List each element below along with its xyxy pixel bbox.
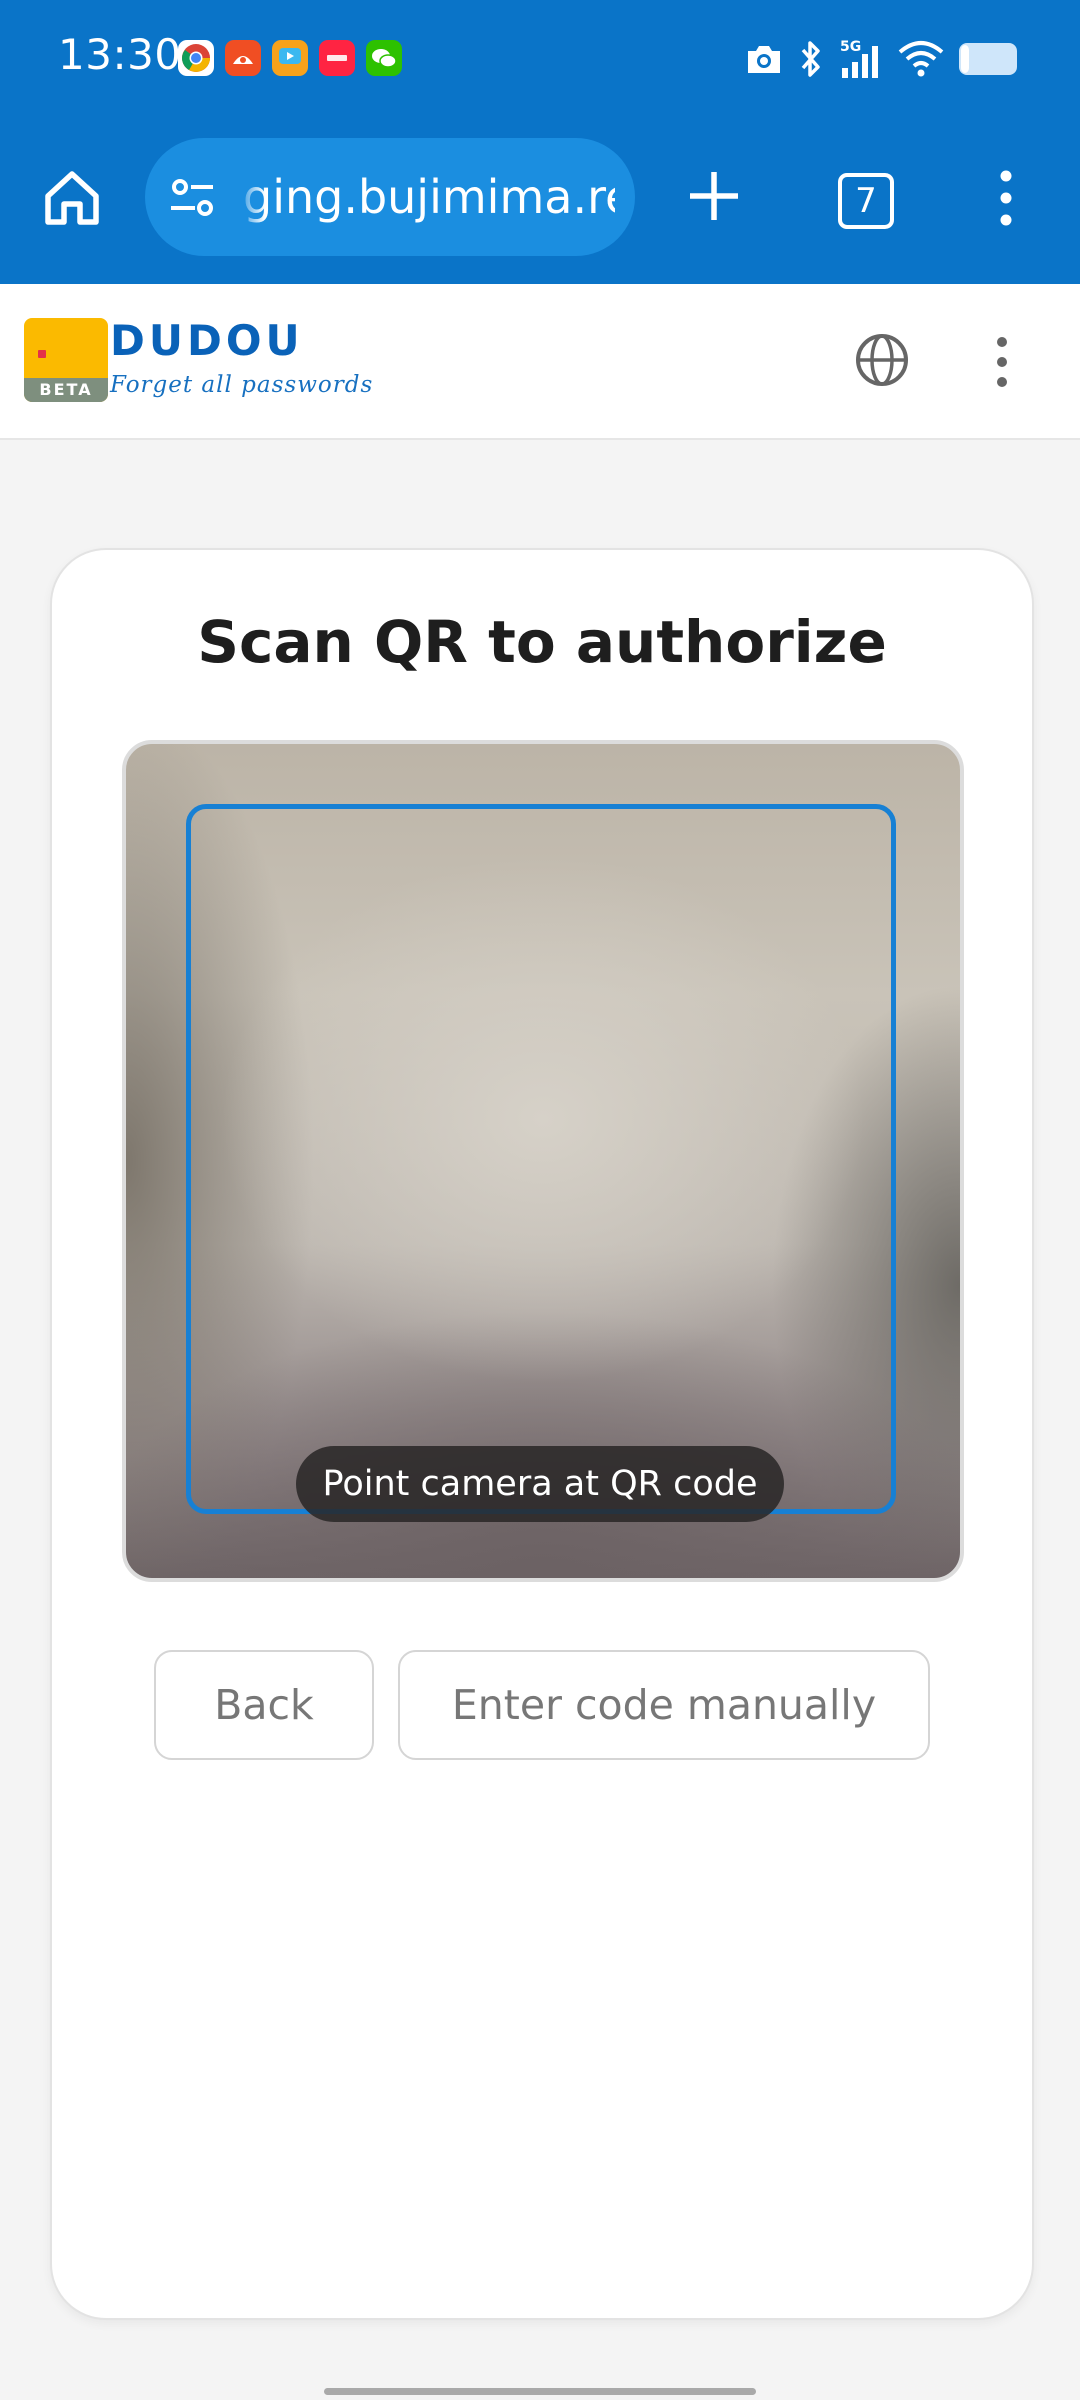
wifi-icon bbox=[898, 41, 944, 77]
logo-mark bbox=[38, 350, 46, 358]
logo[interactable]: BETA bbox=[24, 318, 108, 402]
address-bar[interactable]: ging.bujimima.ren bbox=[145, 138, 635, 256]
url-fade bbox=[237, 158, 265, 238]
camera-viewfinder: Point camera at QR code bbox=[122, 740, 964, 1582]
site-menu-icon[interactable] bbox=[992, 334, 1012, 390]
scan-frame bbox=[186, 804, 896, 1514]
page-title: Scan QR to authorize bbox=[197, 608, 887, 676]
browser-toolbar: ging.bujimima.ren 7 bbox=[0, 118, 1080, 284]
browser-menu-icon[interactable] bbox=[996, 168, 1016, 228]
app-red-icon bbox=[225, 40, 261, 76]
chrome-icon bbox=[178, 40, 214, 76]
camera-icon bbox=[748, 46, 780, 73]
beta-badge: BETA bbox=[24, 378, 108, 402]
wechat-icon bbox=[366, 40, 402, 76]
scan-hint: Point camera at QR code bbox=[296, 1446, 784, 1522]
new-tab-icon[interactable] bbox=[684, 166, 744, 226]
url-text[interactable]: ging.bujimima.ren bbox=[243, 170, 615, 224]
brand-tagline: Forget all passwords bbox=[110, 372, 374, 398]
notification-icons bbox=[178, 40, 402, 76]
bluetooth-icon bbox=[801, 41, 820, 77]
tab-switcher-button[interactable]: 7 bbox=[838, 173, 894, 229]
site-settings-icon[interactable] bbox=[167, 172, 219, 224]
site-header: BETA DUDOU Forget all passwords bbox=[0, 284, 1080, 440]
battery-icon bbox=[959, 43, 1017, 75]
status-bar: 13:30 5G bbox=[0, 0, 1080, 118]
home-icon[interactable] bbox=[40, 166, 104, 230]
system-icons: 5G bbox=[744, 38, 1022, 80]
status-time: 13:30 bbox=[58, 30, 182, 79]
xiaohongshu-icon bbox=[319, 40, 355, 76]
network-type: 5G bbox=[840, 39, 861, 55]
back-button[interactable]: Back bbox=[154, 1650, 374, 1760]
globe-icon[interactable] bbox=[852, 330, 912, 390]
scan-card: Scan QR to authorize Point camera at QR … bbox=[50, 548, 1034, 2320]
brand-name[interactable]: DUDOU bbox=[110, 316, 304, 365]
gesture-bar[interactable] bbox=[324, 2388, 756, 2395]
signal-icon: 5G bbox=[840, 39, 878, 78]
enter-code-manually-button[interactable]: Enter code manually bbox=[398, 1650, 930, 1760]
video-app-icon bbox=[272, 40, 308, 76]
